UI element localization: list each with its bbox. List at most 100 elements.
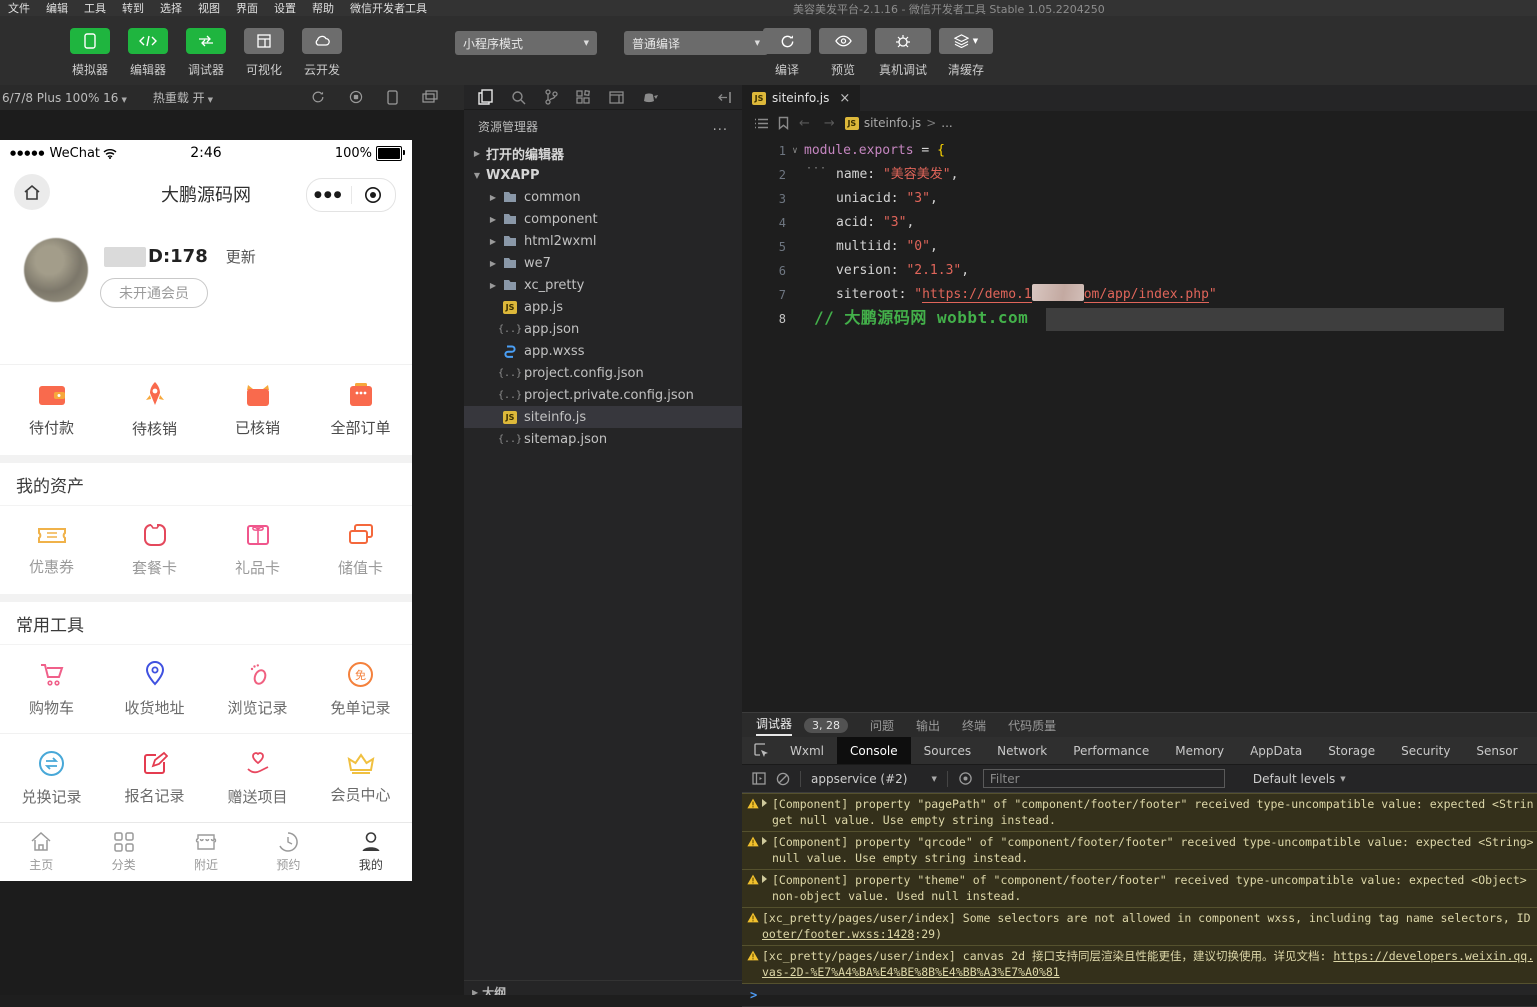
more-menu-button[interactable]: ●●● (307, 190, 351, 200)
forward-icon[interactable]: → (824, 116, 835, 131)
open-editors-section[interactable]: ▶ 打开的编辑器 (464, 142, 742, 164)
code-area[interactable]: ··· 1∨module.exports = { 2name: "美容美发", … (742, 139, 1537, 331)
siteroot-url[interactable]: https://demo.1 (922, 287, 1032, 303)
verified-item[interactable]: 已核销 (206, 365, 309, 455)
tab-booking[interactable]: 预约 (247, 823, 329, 881)
devtools-tab-sources[interactable]: Sources (911, 737, 984, 764)
member-status-badge[interactable]: 未开通会员 (100, 278, 208, 308)
menu-goto[interactable]: 转到 (114, 0, 152, 16)
collapse-panel-icon[interactable] (717, 91, 732, 104)
history-item[interactable]: 浏览记录 (206, 645, 309, 733)
expand-arrow-icon[interactable] (762, 799, 767, 807)
device-frame-icon[interactable] (387, 90, 398, 105)
fold-chevron-icon[interactable]: ∨ (786, 139, 804, 163)
menu-help[interactable]: 帮助 (304, 0, 342, 16)
docs-link[interactable]: vas-2D-%E7%A4%BA%E4%BE%8B%E4%BB%A3%E7%A0… (762, 965, 1060, 979)
devtools-tab-appdata[interactable]: AppData (1237, 737, 1315, 764)
free-order-item[interactable]: 免 免单记录 (309, 645, 412, 733)
simulator-toggle-button[interactable]: 模拟器 (66, 28, 114, 78)
exchange-record-item[interactable]: 兑换记录 (0, 734, 103, 822)
signup-record-item[interactable]: 报名记录 (103, 734, 206, 822)
siteroot-url[interactable]: om/app/index.php (1084, 287, 1209, 303)
menu-view[interactable]: 视图 (190, 0, 228, 16)
context-select[interactable]: appservice (#2) ▼ (811, 772, 937, 786)
mode-select[interactable]: 小程序模式 ▼ (455, 31, 597, 55)
stored-value-card-item[interactable]: 储值卡 (309, 506, 412, 594)
tab-home[interactable]: 主页 (0, 823, 82, 881)
close-tab-icon[interactable]: × (839, 91, 850, 106)
panel-tab-code-quality[interactable]: 代码质量 (1008, 717, 1056, 734)
file-siteinfo-js[interactable]: JS siteinfo.js (464, 406, 742, 428)
pending-payment-item[interactable]: 待付款 (0, 365, 103, 455)
devtools-tab-security[interactable]: Security (1388, 737, 1463, 764)
expand-arrow-icon[interactable] (762, 875, 767, 883)
folder-common[interactable]: ▶ common (464, 186, 742, 208)
gift-card-item[interactable]: 礼品卡 (206, 506, 309, 594)
avatar[interactable] (24, 238, 88, 302)
menu-edit[interactable]: 编辑 (38, 0, 76, 16)
console-warning[interactable]: [Component] property "qrcode" of "compon… (742, 831, 1537, 869)
folder-component[interactable]: ▶ component (464, 208, 742, 230)
wxss-source-link[interactable]: ooter/footer.wxss:1428 (762, 927, 914, 941)
tab-nearby[interactable]: 附近 (165, 823, 247, 881)
devtools-tab-console[interactable]: Console (837, 737, 911, 764)
pending-verify-item[interactable]: 待核销 (103, 365, 206, 455)
member-center-item[interactable]: 会员中心 (309, 734, 412, 822)
panel-tab-debugger[interactable]: 调试器 (756, 715, 792, 736)
teapot-icon[interactable] (642, 91, 659, 103)
record-icon[interactable] (349, 90, 363, 105)
preview-button[interactable]: 预览 (819, 28, 867, 78)
gift-project-item[interactable]: 赠送项目 (206, 734, 309, 822)
git-branch-icon[interactable] (544, 89, 558, 105)
explorer-more-button[interactable]: ... (713, 119, 728, 134)
cart-item[interactable]: 购物车 (0, 645, 103, 733)
clear-cache-button[interactable]: ▼ 清缓存 (939, 28, 993, 78)
device-select[interactable]: 6/7/8 Plus 100% 16▼ (2, 91, 127, 105)
extensions-icon[interactable] (576, 90, 591, 105)
compile-mode-select[interactable]: 普通编译 ▼ (624, 31, 768, 55)
home-button[interactable] (14, 174, 50, 210)
coupon-item[interactable]: 优惠券 (0, 506, 103, 594)
file-project-private-config[interactable]: {..} project.private.config.json (464, 384, 742, 406)
panel-tab-problems[interactable]: 问题 (870, 717, 894, 734)
docs-link[interactable]: https://developers.weixin.qq.co (1333, 949, 1533, 963)
menu-file[interactable]: 文件 (0, 0, 38, 16)
console-warning[interactable]: [xc_pretty/pages/user/index] Some select… (742, 907, 1537, 945)
restart-icon[interactable] (311, 90, 325, 105)
outline-list-icon[interactable] (754, 118, 768, 129)
inspect-element-icon[interactable] (742, 743, 777, 758)
devtools-tab-mock[interactable]: Mock (1531, 737, 1537, 764)
folder-html2wxml[interactable]: ▶ html2wxml (464, 230, 742, 252)
file-app-wxss[interactable]: app.wxss (464, 340, 742, 362)
devtools-tab-wxml[interactable]: Wxml (777, 737, 837, 764)
outline-section[interactable]: ▶ 大纲 (464, 980, 742, 995)
console-warning[interactable]: [Component] property "pagePath" of "comp… (742, 793, 1537, 831)
file-sitemap-json[interactable]: {..} sitemap.json (464, 428, 742, 450)
address-item[interactable]: 收货地址 (103, 645, 206, 733)
panel-tab-output[interactable]: 输出 (916, 717, 940, 734)
tab-category[interactable]: 分类 (82, 823, 164, 881)
project-root-section[interactable]: ▼ WXAPP (464, 164, 742, 186)
hot-reload-select[interactable]: 热重载 开▼ (153, 89, 213, 106)
file-project-config[interactable]: {..} project.config.json (464, 362, 742, 384)
file-app-js[interactable]: JS app.js (464, 296, 742, 318)
search-icon[interactable] (511, 90, 526, 105)
remote-debug-button[interactable]: 真机调试 (875, 28, 931, 78)
breadcrumb-more[interactable]: ... (941, 116, 952, 130)
devtools-tab-storage[interactable]: Storage (1315, 737, 1388, 764)
eye-icon[interactable] (958, 771, 973, 786)
menu-select[interactable]: 选择 (152, 0, 190, 16)
package-card-item[interactable]: 套餐卡 (103, 506, 206, 594)
all-orders-item[interactable]: 全部订单 (309, 365, 412, 455)
folder-we7[interactable]: ▶ we7 (464, 252, 742, 274)
cloud-dev-button[interactable]: 云开发 (298, 28, 346, 78)
console-sidebar-icon[interactable] (752, 772, 766, 785)
menu-interface[interactable]: 界面 (228, 0, 266, 16)
clear-console-icon[interactable] (776, 772, 790, 786)
devtools-tab-memory[interactable]: Memory (1162, 737, 1237, 764)
visualize-toggle-button[interactable]: 可视化 (240, 28, 288, 78)
devtools-tab-performance[interactable]: Performance (1060, 737, 1162, 764)
debugger-toggle-button[interactable]: 调试器 (182, 28, 230, 78)
folder-xc-pretty[interactable]: ▶ xc_pretty (464, 274, 742, 296)
devtools-tab-sensor[interactable]: Sensor (1463, 737, 1530, 764)
